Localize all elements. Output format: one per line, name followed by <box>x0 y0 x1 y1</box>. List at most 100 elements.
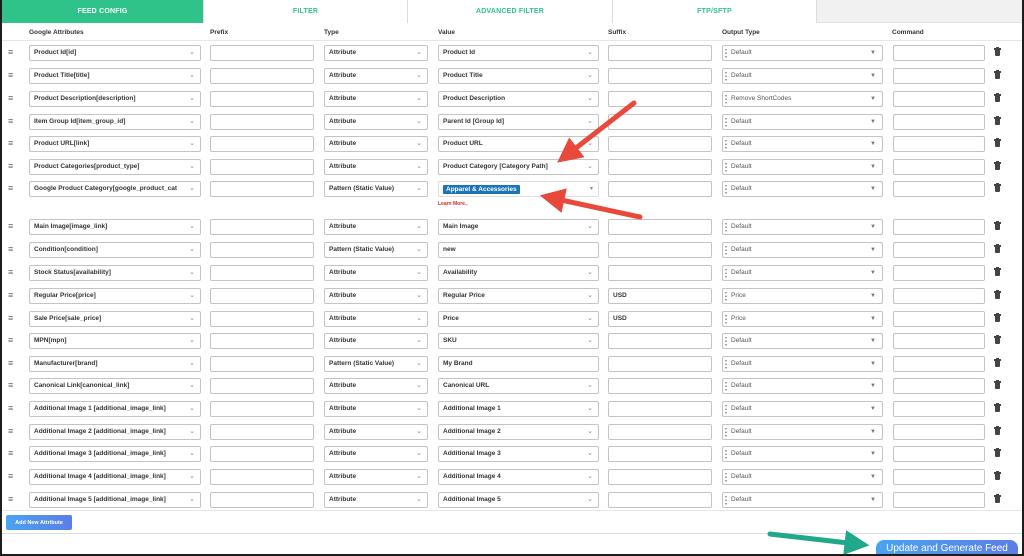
google-attribute-select[interactable]: MPN[mpn] ⌄ <box>29 333 201 349</box>
output-type-select[interactable]: Default ▼ <box>722 242 883 258</box>
google-attribute-select[interactable]: Product URL[link] ⌄ <box>29 136 201 152</box>
suffix-input[interactable] <box>608 219 712 235</box>
output-type-select[interactable]: Default ▼ <box>722 333 883 349</box>
output-type-select[interactable]: Price ▼ <box>722 311 883 327</box>
prefix-input[interactable] <box>210 242 314 258</box>
trash-icon[interactable] <box>994 93 1001 102</box>
trash-icon[interactable] <box>994 221 1001 230</box>
prefix-input[interactable] <box>210 265 314 281</box>
command-input[interactable] <box>893 469 985 485</box>
output-type-select[interactable]: Default ▼ <box>722 469 883 485</box>
type-select[interactable]: Attribute ⌄ <box>324 492 428 508</box>
type-select[interactable]: Attribute ⌄ <box>324 68 428 84</box>
value-select[interactable]: Additional Image 1 ⌄ <box>438 401 599 417</box>
output-type-select[interactable]: Default ▼ <box>722 136 883 152</box>
trash-icon[interactable] <box>994 380 1001 389</box>
type-select[interactable]: Attribute ⌄ <box>324 424 428 440</box>
type-select[interactable]: Attribute ⌄ <box>324 401 428 417</box>
drag-handle-icon[interactable]: ≡ <box>8 48 16 57</box>
suffix-input[interactable] <box>608 401 712 417</box>
google-attribute-select[interactable]: Item Group Id[item_group_id] ⌄ <box>29 114 201 130</box>
suffix-input[interactable] <box>608 378 712 394</box>
type-select[interactable]: Attribute ⌄ <box>324 446 428 462</box>
value-select[interactable]: Additional Image 5 ⌄ <box>438 492 599 508</box>
prefix-input[interactable] <box>210 424 314 440</box>
output-type-select[interactable]: Default ▼ <box>722 181 883 197</box>
trash-icon[interactable] <box>994 494 1001 503</box>
output-type-select[interactable]: Default ▼ <box>722 265 883 281</box>
google-attribute-select[interactable]: Product Categories[product_type] ⌄ <box>29 159 201 175</box>
drag-handle-icon[interactable]: ≡ <box>8 336 16 345</box>
drag-handle-icon[interactable]: ≡ <box>8 94 16 103</box>
command-input[interactable] <box>893 288 985 304</box>
value-input[interactable]: My Brand <box>438 356 599 372</box>
output-type-select[interactable]: Remove ShortCodes ▼ <box>722 91 883 107</box>
prefix-input[interactable] <box>210 45 314 61</box>
type-select[interactable]: Attribute ⌄ <box>324 265 428 281</box>
value-select[interactable]: Availability ⌄ <box>438 265 599 281</box>
suffix-input[interactable]: USD <box>608 288 712 304</box>
prefix-input[interactable] <box>210 333 314 349</box>
google-attribute-select[interactable]: Product Description[description] ⌄ <box>29 91 201 107</box>
output-type-select[interactable]: Default ▼ <box>722 356 883 372</box>
prefix-input[interactable] <box>210 181 314 197</box>
trash-icon[interactable] <box>994 161 1001 170</box>
suffix-input[interactable] <box>608 114 712 130</box>
google-attribute-select[interactable]: Additional Image 1 [additional_image_lin… <box>29 401 201 417</box>
trash-icon[interactable] <box>994 471 1001 480</box>
prefix-input[interactable] <box>210 136 314 152</box>
tab-advanced-filter[interactable]: ADVANCED FILTER <box>408 0 613 23</box>
google-attribute-select[interactable]: Product Title[title] ⌄ <box>29 68 201 84</box>
google-attribute-select[interactable]: Canonical Link[canonical_link] ⌄ <box>29 378 201 394</box>
command-input[interactable] <box>893 401 985 417</box>
drag-handle-icon[interactable]: ≡ <box>8 472 16 481</box>
trash-icon[interactable] <box>994 70 1001 79</box>
suffix-input[interactable] <box>608 45 712 61</box>
command-input[interactable] <box>893 181 985 197</box>
value-select[interactable]: SKU ⌄ <box>438 333 599 349</box>
type-select[interactable]: Attribute ⌄ <box>324 136 428 152</box>
output-type-select[interactable]: Default ▼ <box>722 114 883 130</box>
google-category-select[interactable]: Apparel & Accessories ▾ <box>438 181 599 197</box>
value-select[interactable]: Price ⌄ <box>438 311 599 327</box>
drag-handle-icon[interactable]: ≡ <box>8 268 16 277</box>
suffix-input[interactable] <box>608 91 712 107</box>
type-select[interactable]: Attribute ⌄ <box>324 91 428 107</box>
prefix-input[interactable] <box>210 378 314 394</box>
prefix-input[interactable] <box>210 91 314 107</box>
prefix-input[interactable] <box>210 311 314 327</box>
drag-handle-icon[interactable]: ≡ <box>8 117 16 126</box>
command-input[interactable] <box>893 219 985 235</box>
trash-icon[interactable] <box>994 358 1001 367</box>
prefix-input[interactable] <box>210 159 314 175</box>
command-input[interactable] <box>893 446 985 462</box>
output-type-select[interactable]: Default ▼ <box>722 68 883 84</box>
drag-handle-icon[interactable]: ≡ <box>8 291 16 300</box>
learn-more-link[interactable]: Learn More.. <box>438 201 468 207</box>
command-input[interactable] <box>893 136 985 152</box>
trash-icon[interactable] <box>994 47 1001 56</box>
prefix-input[interactable] <box>210 469 314 485</box>
type-select[interactable]: Attribute ⌄ <box>324 114 428 130</box>
drag-handle-icon[interactable]: ≡ <box>8 359 16 368</box>
drag-handle-icon[interactable]: ≡ <box>8 495 16 504</box>
google-attribute-select[interactable]: Manufacturer[brand] ⌄ <box>29 356 201 372</box>
type-select[interactable]: Attribute ⌄ <box>324 288 428 304</box>
command-input[interactable] <box>893 68 985 84</box>
suffix-input[interactable] <box>608 492 712 508</box>
trash-icon[interactable] <box>994 426 1001 435</box>
command-input[interactable] <box>893 114 985 130</box>
output-type-select[interactable]: Default ▼ <box>722 219 883 235</box>
command-input[interactable] <box>893 159 985 175</box>
value-select[interactable]: Product Title ⌄ <box>438 68 599 84</box>
type-select[interactable]: Pattern (Static Value) ⌄ <box>324 356 428 372</box>
command-input[interactable] <box>893 356 985 372</box>
value-select[interactable]: Main Image ⌄ <box>438 219 599 235</box>
command-input[interactable] <box>893 492 985 508</box>
google-attribute-select[interactable]: Additional Image 2 [additional_image_lin… <box>29 424 201 440</box>
tab-ftp-sftp[interactable]: FTP/SFTP <box>613 0 817 23</box>
suffix-input[interactable] <box>608 181 712 197</box>
tab-feed-config[interactable]: FEED CONFIG <box>2 0 204 23</box>
drag-handle-icon[interactable]: ≡ <box>8 381 16 390</box>
command-input[interactable] <box>893 424 985 440</box>
